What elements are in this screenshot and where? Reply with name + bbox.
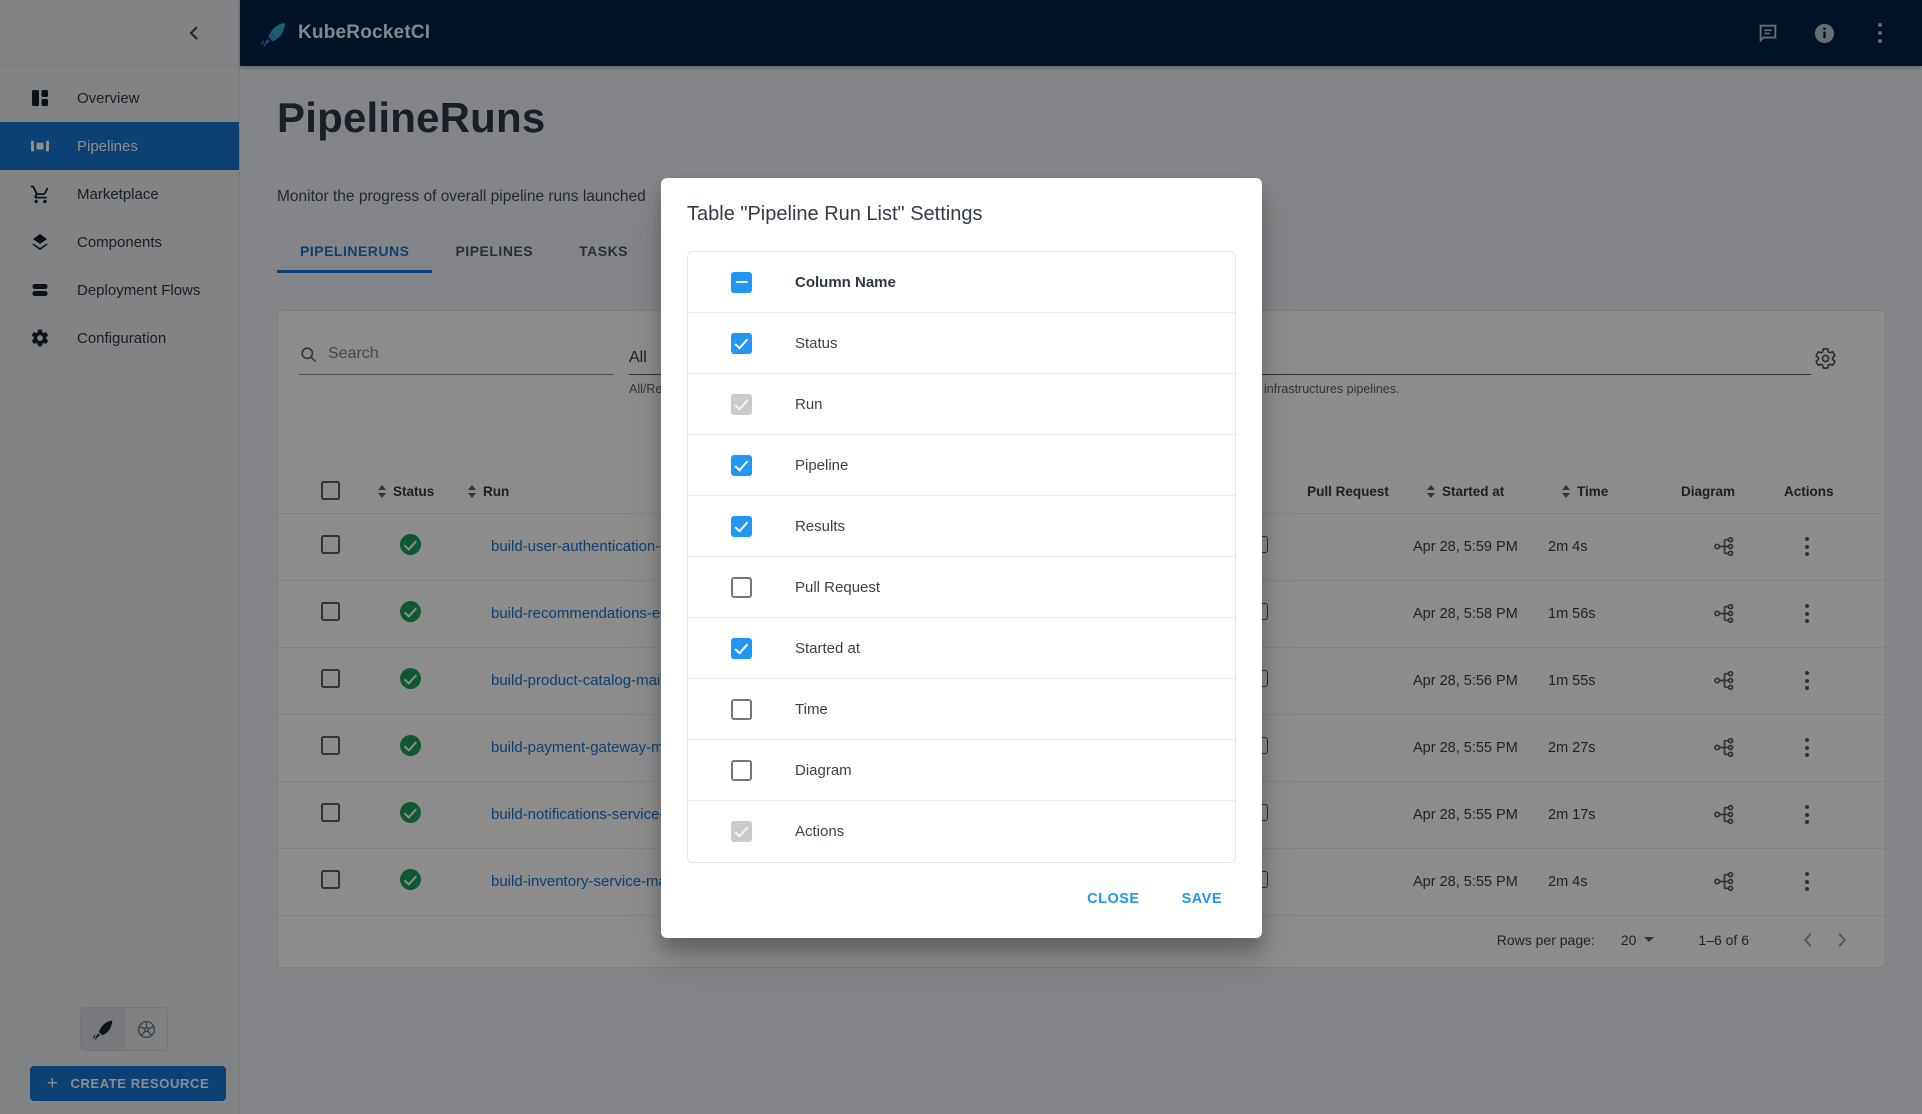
column-option-row: Started at xyxy=(688,618,1235,679)
column-option-label: Results xyxy=(795,518,845,535)
column-option-row: Run xyxy=(688,374,1235,435)
column-checkbox[interactable] xyxy=(731,394,752,415)
column-checkbox[interactable] xyxy=(731,760,752,781)
column-checkbox[interactable] xyxy=(731,638,752,659)
column-option-label: Diagram xyxy=(795,762,852,779)
close-button[interactable]: CLOSE xyxy=(1073,882,1153,916)
column-option-row: Results xyxy=(688,496,1235,557)
modal-actions: CLOSE SAVE xyxy=(687,882,1236,920)
column-option-row: Diagram xyxy=(688,740,1235,801)
modal-title: Table "Pipeline Run List" Settings xyxy=(687,203,1236,226)
column-option-row: Time xyxy=(688,679,1235,740)
select-all-columns-checkbox[interactable] xyxy=(731,272,752,293)
column-checkbox[interactable] xyxy=(731,516,752,537)
app-root: Overview Pipelines Marketplace Component… xyxy=(0,0,1922,1114)
column-name-header-label: Column Name xyxy=(795,274,896,291)
column-option-row: Pull Request xyxy=(688,557,1235,618)
column-option-label: Started at xyxy=(795,640,860,657)
column-option-label: Actions xyxy=(795,823,844,840)
column-option-label: Pipeline xyxy=(795,457,848,474)
column-option-label: Pull Request xyxy=(795,579,880,596)
column-checkbox[interactable] xyxy=(731,455,752,476)
column-checkbox[interactable] xyxy=(731,699,752,720)
column-checkbox[interactable] xyxy=(731,577,752,598)
column-checkbox[interactable] xyxy=(731,821,752,842)
column-option-label: Run xyxy=(795,396,823,413)
column-option-row: Actions xyxy=(688,801,1235,862)
column-options-list: Status Run Pipeline Results xyxy=(688,313,1235,862)
column-option-row: Pipeline xyxy=(688,435,1235,496)
save-button[interactable]: SAVE xyxy=(1168,882,1236,916)
table-settings-modal: Table "Pipeline Run List" Settings Colum… xyxy=(661,178,1262,938)
column-option-label: Status xyxy=(795,335,838,352)
column-option-label: Time xyxy=(795,701,828,718)
column-options-box: Column Name Status Run xyxy=(687,251,1236,863)
column-name-header-row: Column Name xyxy=(688,252,1235,313)
column-option-row: Status xyxy=(688,313,1235,374)
column-checkbox[interactable] xyxy=(731,333,752,354)
